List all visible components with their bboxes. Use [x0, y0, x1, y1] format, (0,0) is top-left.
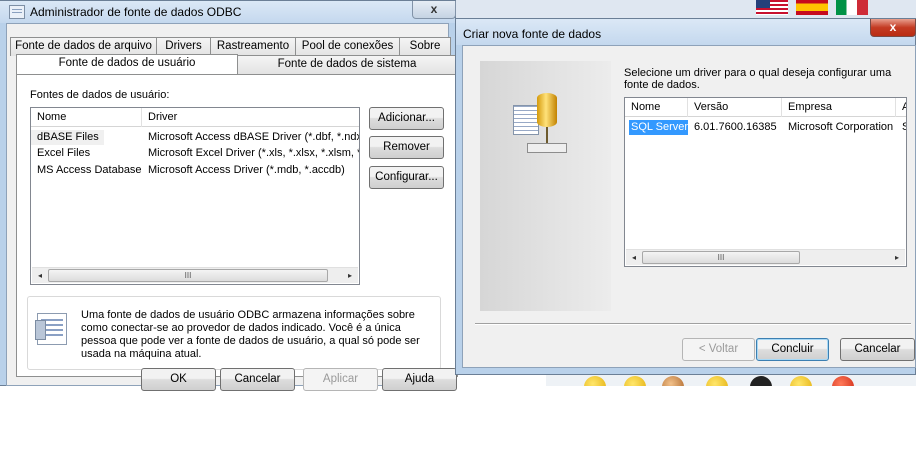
driver-list[interactable]: Nome Versão Empresa A SQL Server 6.01.76… [624, 97, 907, 267]
odbc-window-icon [9, 5, 25, 19]
ok-button[interactable]: OK [141, 368, 216, 391]
list-item[interactable]: dBASE Files Microsoft Access dBASE Drive… [31, 130, 359, 146]
column-header-company[interactable]: Empresa [782, 98, 896, 117]
odbc-titlebar[interactable]: Administrador de fonte de dados ODBC x [0, 1, 456, 23]
emoji-icon [832, 376, 854, 386]
us-flag-icon[interactable] [756, 0, 788, 15]
emoji-icon [790, 376, 812, 386]
tab-user-dsn[interactable]: Fonte de dados de usuário [16, 54, 238, 74]
odbc-administrator-window: Administrador de fonte de dados ODBC x F… [0, 0, 458, 391]
create-datasource-titlebar[interactable]: Criar nova fonte de dados x [456, 19, 916, 45]
driver-prompt: Selecione um driver para o qual deseja c… [624, 67, 892, 91]
create-datasource-close-button[interactable]: x [870, 19, 916, 37]
odbc-window-title: Administrador de fonte de dados ODBC [30, 5, 242, 19]
list-item[interactable]: Excel Files Microsoft Excel Driver (*.xl… [31, 146, 359, 162]
create-datasource-title: Criar nova fonte de dados [463, 27, 602, 41]
list-item[interactable]: MS Access Database Microsoft Access Driv… [31, 163, 359, 179]
list-item[interactable]: SQL Server 6.01.7600.16385 Microsoft Cor… [625, 120, 906, 136]
help-button[interactable]: Ajuda [382, 368, 457, 391]
dialog-cancel-button[interactable]: Cancelar [840, 338, 915, 361]
scroll-thumb[interactable]: III [48, 269, 328, 282]
create-datasource-client-area: Selecione um driver para o qual deseja c… [462, 45, 916, 368]
tab-connection-pooling[interactable]: Pool de conexões [295, 37, 400, 56]
scroll-left-arrow-icon[interactable]: ◂ [32, 268, 48, 283]
wizard-side-image [480, 61, 611, 311]
emoji-icon [706, 376, 728, 386]
scroll-right-arrow-icon[interactable]: ▸ [889, 250, 905, 265]
dsn-driver: Microsoft Access dBASE Driver (*.dbf, *.… [148, 131, 359, 143]
user-dsn-list-header: Nome Driver [31, 108, 359, 127]
user-dsn-list[interactable]: Nome Driver dBASE Files Microsoft Access… [30, 107, 360, 285]
odbc-client-area: Fonte de dados de arquivo Drivers Rastre… [6, 23, 458, 391]
emoji-icon [584, 376, 606, 386]
scroll-left-arrow-icon[interactable]: ◂ [626, 250, 642, 265]
info-panel: Uma fonte de dados de usuário ODBC armaz… [27, 296, 441, 370]
column-header-driver[interactable]: Driver [142, 108, 359, 127]
apply-button[interactable]: Aplicar [303, 368, 378, 391]
back-button[interactable]: < Voltar [682, 338, 755, 361]
dsn-name: MS Access Database [37, 164, 142, 176]
dsn-name: dBASE Files [31, 130, 104, 145]
emoji-icon [662, 376, 684, 386]
spain-flag-icon[interactable] [796, 0, 828, 15]
column-header-file[interactable]: A [896, 98, 906, 117]
dsn-driver: Microsoft Excel Driver (*.xls, *.xlsx, *… [148, 147, 359, 159]
scroll-thumb[interactable]: III [642, 251, 800, 264]
create-datasource-dialog: Criar nova fonte de dados x Selecione um… [455, 18, 916, 375]
emoji-icon [624, 376, 646, 386]
odbc-close-button[interactable]: x [412, 1, 456, 19]
user-dsn-hscrollbar[interactable]: ◂ III ▸ [32, 267, 358, 283]
driver-name: SQL Server [629, 120, 688, 135]
driver-company: Microsoft Corporation [788, 121, 894, 133]
tab-system-dsn[interactable]: Fonte de dados de sistema [237, 55, 457, 74]
emoji-icon [750, 376, 772, 386]
cancel-button[interactable]: Cancelar [220, 368, 295, 391]
driver-version: 6.01.7600.16385 [694, 121, 777, 133]
add-button[interactable]: Adicionar... [369, 107, 444, 130]
info-text: Uma fonte de dados de usuário ODBC armaz… [81, 309, 420, 360]
user-dsn-section-label: Fontes de dados de usuário: [30, 89, 170, 101]
button-separator [475, 323, 911, 325]
column-header-name[interactable]: Nome [625, 98, 688, 117]
dsn-driver: Microsoft Access Driver (*.mdb, *.accdb) [148, 164, 345, 176]
database-driver-icon [513, 93, 569, 159]
scroll-right-arrow-icon[interactable]: ▸ [342, 268, 358, 283]
remove-button[interactable]: Remover [369, 136, 444, 159]
tab-about[interactable]: Sobre [399, 37, 451, 56]
column-header-version[interactable]: Versão [688, 98, 782, 117]
driver-file: S [896, 120, 906, 135]
italy-flag-icon[interactable] [836, 0, 868, 15]
driver-list-hscrollbar[interactable]: ◂ III ▸ [626, 249, 905, 265]
configure-button[interactable]: Configurar... [369, 166, 444, 189]
datasource-doc-icon [35, 313, 67, 345]
driver-list-header: Nome Versão Empresa A [625, 98, 906, 117]
finish-button[interactable]: Concluir [756, 338, 829, 361]
column-header-name[interactable]: Nome [31, 108, 142, 127]
dsn-name: Excel Files [37, 147, 91, 159]
